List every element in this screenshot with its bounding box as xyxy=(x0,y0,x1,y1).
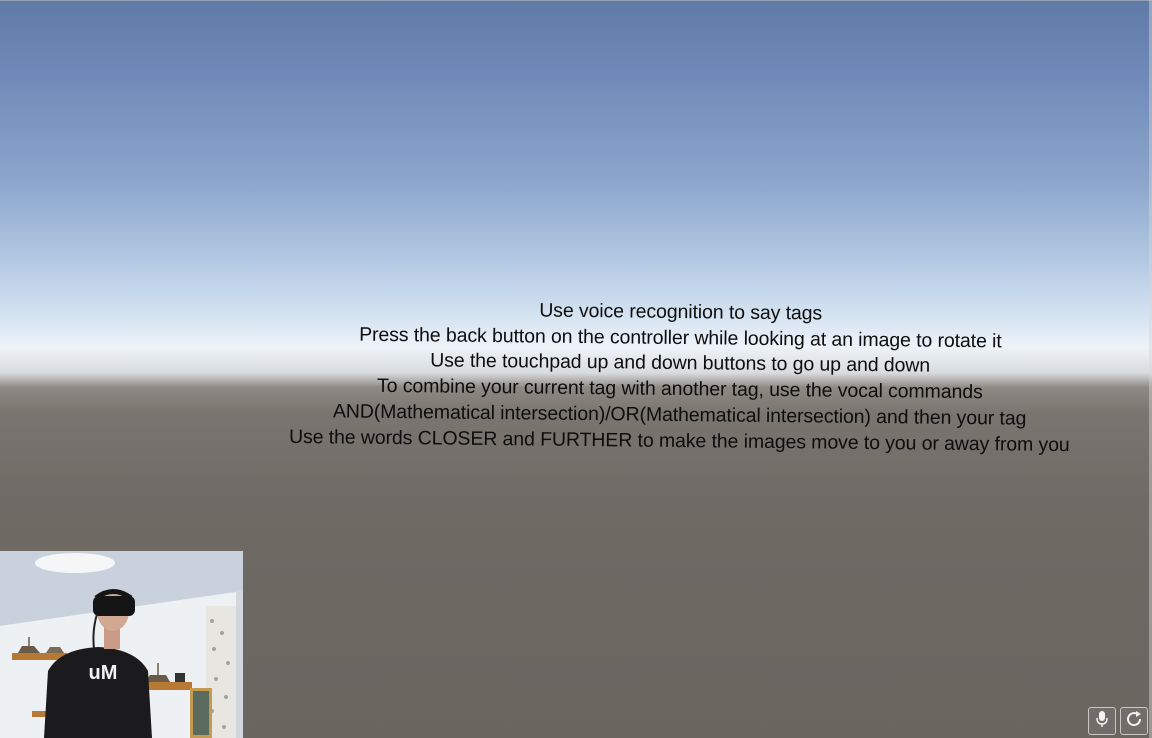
corner-controls xyxy=(1088,707,1148,735)
refresh-icon xyxy=(1124,709,1144,734)
webcam-inset: uM xyxy=(0,551,243,738)
refresh-button[interactable] xyxy=(1120,707,1148,735)
window-top-border xyxy=(0,0,1152,1)
shirt-logo-text: uM xyxy=(89,662,118,684)
microphone-button[interactable] xyxy=(1088,707,1116,735)
instruction-text-panel: Use voice recognition to say tags Press … xyxy=(249,296,1111,459)
microphone-icon xyxy=(1094,710,1110,733)
vr-scene-viewport: Use voice recognition to say tags Press … xyxy=(0,0,1152,738)
webcam-frame: uM xyxy=(0,551,243,738)
